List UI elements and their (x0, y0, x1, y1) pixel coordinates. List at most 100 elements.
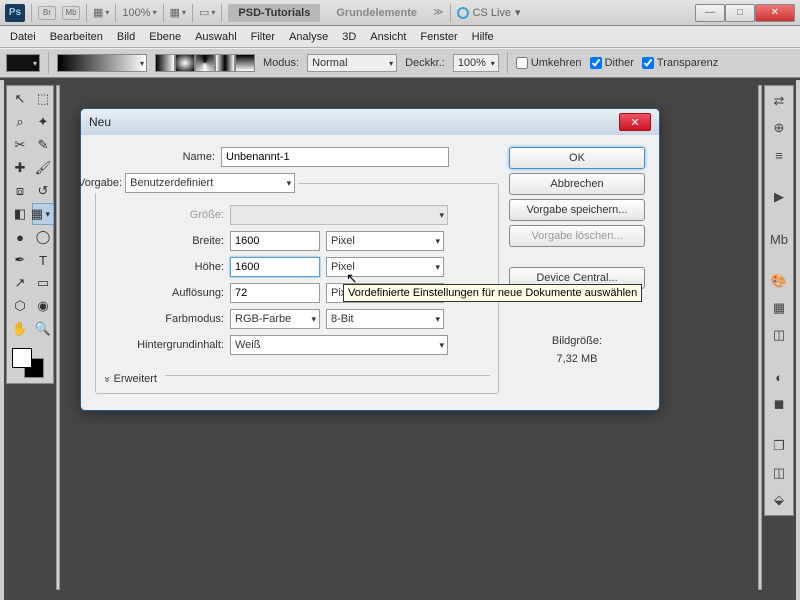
dialog-titlebar[interactable]: Neu ✕ (81, 109, 659, 135)
menu-fenster[interactable]: Fenster (420, 31, 457, 43)
arrange-docs-dropdown[interactable]: ▦ (170, 6, 186, 19)
hand-tool[interactable]: ✋ (9, 318, 31, 340)
color-panel-icon[interactable]: 🎨 (768, 270, 790, 292)
workspace-tab-inactive[interactable]: Grundelemente (326, 4, 427, 22)
tool-preset-picker[interactable] (6, 54, 40, 72)
navigator-panel-icon[interactable]: ▶ (768, 186, 790, 208)
minibridge-panel-icon[interactable]: Mb (768, 228, 790, 250)
groesse-label: Größe: (104, 209, 224, 221)
menu-auswahl[interactable]: Auswahl (195, 31, 237, 43)
properties-panel-icon[interactable]: ≡ (768, 144, 790, 166)
layers-panel-icon[interactable]: ❐ (768, 435, 790, 457)
paths-panel-icon[interactable]: ⬙ (768, 489, 790, 511)
abbrechen-button[interactable]: Abbrechen (509, 173, 645, 195)
menu-bild[interactable]: Bild (117, 31, 135, 43)
actions-panel-icon[interactable]: ⊕ (768, 117, 790, 139)
minibridge-button[interactable]: Mb (62, 6, 80, 20)
foreground-color[interactable] (12, 348, 32, 368)
wand-tool[interactable]: ✦ (32, 111, 54, 133)
panel-grip-right[interactable] (758, 85, 762, 590)
marquee-tool[interactable]: ⬚ (32, 88, 54, 110)
adjustments-panel-icon[interactable]: ◐ (768, 366, 790, 388)
blur-tool[interactable]: ● (9, 226, 31, 248)
cslive-button[interactable]: CS Live ▾ (457, 6, 521, 19)
brush-tool[interactable]: 🖌 (32, 157, 54, 179)
umkehren-checkbox[interactable]: Umkehren (516, 57, 582, 69)
menu-bearbeiten[interactable]: Bearbeiten (50, 31, 103, 43)
deckkr-input[interactable]: 100% (453, 54, 499, 72)
hoehe-input[interactable] (230, 257, 320, 277)
gradient-reflected-button[interactable] (215, 54, 235, 72)
3d-camera-tool[interactable]: ◉ (32, 295, 54, 317)
dither-checkbox[interactable]: Dither (590, 57, 634, 69)
pen-tool[interactable]: ✒ (9, 249, 31, 271)
cslive-icon (457, 7, 469, 19)
view-extras-dropdown[interactable]: ▦ (93, 6, 109, 19)
transparenz-checkbox[interactable]: Transparenz (642, 57, 718, 69)
farbmodus-bit-select[interactable]: 8-Bit (326, 309, 444, 329)
menu-hilfe[interactable]: Hilfe (472, 31, 494, 43)
zoom-dropdown[interactable]: 100% (122, 7, 156, 19)
styles-panel-icon[interactable]: ◫ (768, 324, 790, 346)
menu-analyse[interactable]: Analyse (289, 31, 328, 43)
new-document-dialog: Neu ✕ Name: Vorgabe: Benutzerdefiniert G… (80, 108, 660, 411)
color-swatch[interactable] (9, 345, 54, 381)
workspace-tab-active[interactable]: PSD-Tutorials (228, 4, 320, 22)
gradient-diamond-button[interactable] (235, 54, 255, 72)
shape-tool[interactable]: ▭ (32, 272, 54, 294)
window-maximize-button[interactable]: □ (725, 4, 755, 22)
menu-ebene[interactable]: Ebene (149, 31, 181, 43)
lasso-tool[interactable]: ⌕ (9, 111, 31, 133)
workspace-edge-left (0, 80, 4, 600)
dodge-tool[interactable]: ◯ (32, 226, 54, 248)
vorgabe-speichern-button[interactable]: Vorgabe speichern... (509, 199, 645, 221)
stamp-tool[interactable]: ⧈ (9, 180, 31, 202)
modus-label: Modus: (263, 57, 299, 69)
workspace-edge-right (796, 80, 800, 600)
menu-datei[interactable]: Datei (10, 31, 36, 43)
panel-grip-left[interactable] (56, 85, 60, 590)
window-minimize-button[interactable]: — (695, 4, 725, 22)
erweitert-toggle[interactable]: Erweitert (104, 373, 157, 385)
menu-3d[interactable]: 3D (342, 31, 356, 43)
history-panel-icon[interactable]: ⇄ (768, 90, 790, 112)
gradient-linear-button[interactable] (155, 54, 175, 72)
gradient-radial-button[interactable] (175, 54, 195, 72)
type-tool[interactable]: T (32, 249, 54, 271)
aufloesung-input[interactable] (230, 283, 320, 303)
move-tool[interactable]: ↖ (9, 88, 31, 110)
3d-tool[interactable]: ⬡ (9, 295, 31, 317)
farbmodus-select[interactable]: RGB-Farbe (230, 309, 320, 329)
breite-unit-select[interactable]: Pixel (326, 231, 444, 251)
masks-panel-icon[interactable]: ◼ (768, 393, 790, 415)
gradient-picker[interactable] (57, 54, 147, 72)
history-brush-tool[interactable]: ↺ (32, 180, 54, 202)
hoehe-unit-select[interactable]: Pixel (326, 257, 444, 277)
vorgabe-loeschen-button[interactable]: Vorgabe löschen... (509, 225, 645, 247)
heal-tool[interactable]: ✚ (9, 157, 31, 179)
zoom-tool[interactable]: 🔍 (32, 318, 54, 340)
ok-button[interactable]: OK (509, 147, 645, 169)
groesse-select[interactable] (230, 205, 448, 225)
menu-filter[interactable]: Filter (251, 31, 275, 43)
gradient-angle-button[interactable] (195, 54, 215, 72)
dialog-close-button[interactable]: ✕ (619, 113, 651, 131)
breite-input[interactable] (230, 231, 320, 251)
channels-panel-icon[interactable]: ◫ (768, 462, 790, 484)
crop-tool[interactable]: ✂ (9, 134, 31, 156)
screen-mode-dropdown[interactable]: ▭ (199, 6, 215, 19)
eraser-tool[interactable]: ◧ (9, 203, 31, 225)
workspace-more-icon[interactable]: ≫ (433, 7, 443, 18)
gradient-tool[interactable]: ▦ (32, 203, 54, 225)
path-select-tool[interactable]: ↗ (9, 272, 31, 294)
swatches-panel-icon[interactable]: ▦ (768, 297, 790, 319)
window-close-button[interactable]: ✕ (755, 4, 795, 22)
modus-select[interactable]: Normal (307, 54, 397, 72)
eyedropper-tool[interactable]: ✎ (32, 134, 54, 156)
name-input[interactable] (221, 147, 449, 167)
hintergrund-select[interactable]: Weiß (230, 335, 448, 355)
vorgabe-select[interactable]: Benutzerdefiniert (125, 173, 295, 193)
hoehe-label: Höhe: (104, 261, 224, 273)
menu-ansicht[interactable]: Ansicht (370, 31, 406, 43)
bridge-button[interactable]: Br (38, 6, 56, 20)
